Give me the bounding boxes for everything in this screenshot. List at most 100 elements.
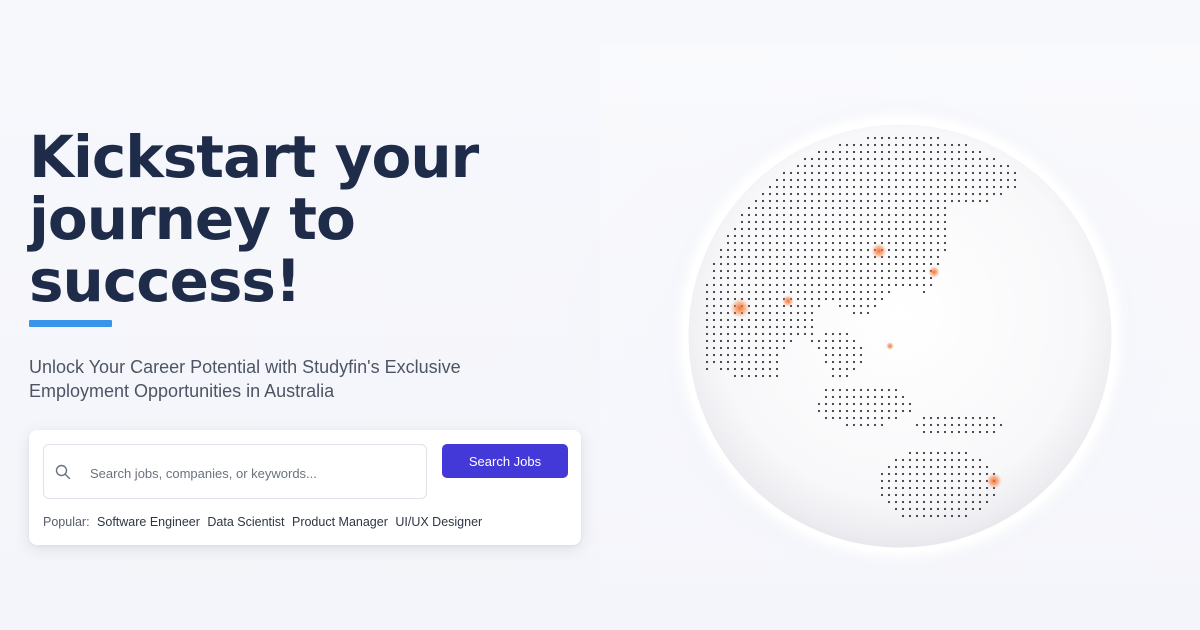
globe-dot <box>866 276 870 280</box>
globe-dot <box>943 248 947 252</box>
globe-dot <box>775 206 779 210</box>
globe-dot <box>866 402 870 406</box>
globe-dot <box>726 248 730 252</box>
globe-dot <box>810 297 814 301</box>
globe-dot <box>929 178 933 182</box>
globe-dot <box>768 192 772 196</box>
search-jobs-button[interactable]: Search Jobs <box>442 444 568 478</box>
globe-dot <box>852 220 856 224</box>
globe-dot <box>887 213 891 217</box>
globe-dot <box>873 220 877 224</box>
globe-dot <box>859 402 863 406</box>
globe-dot <box>901 164 905 168</box>
globe-dot <box>740 353 744 357</box>
globe-dot <box>810 311 814 315</box>
globe-dot <box>733 269 737 273</box>
globe-dot <box>964 199 968 203</box>
globe-dot <box>761 283 765 287</box>
globe-dot <box>852 227 856 231</box>
globe-dot <box>957 465 961 469</box>
globe-dot <box>740 262 744 266</box>
globe-dot <box>796 234 800 238</box>
globe-dot <box>985 486 989 490</box>
popular-tag-software-engineer[interactable]: Software Engineer <box>97 515 200 529</box>
globe-dot <box>796 269 800 273</box>
globe-dot <box>978 423 982 427</box>
globe-dot <box>922 220 926 224</box>
globe-dot <box>880 157 884 161</box>
globe-dot <box>810 276 814 280</box>
popular-tag-uiux-designer[interactable]: UI/UX Designer <box>395 515 482 529</box>
globe-dot <box>887 388 891 392</box>
globe-dot <box>733 248 737 252</box>
globe-dot <box>831 353 835 357</box>
search-box[interactable] <box>43 444 427 499</box>
globe-dot <box>747 234 751 238</box>
globe-dot <box>894 507 898 511</box>
globe-dot <box>894 199 898 203</box>
globe-dot <box>712 283 716 287</box>
globe-dot <box>817 304 821 308</box>
globe-dot <box>880 262 884 266</box>
globe-dot <box>768 269 772 273</box>
globe-dot <box>754 374 758 378</box>
globe-dot <box>845 206 849 210</box>
globe-dot <box>810 213 814 217</box>
globe-dot <box>859 192 863 196</box>
globe-dot <box>901 458 905 462</box>
globe-dot <box>747 220 751 224</box>
popular-tag-product-manager[interactable]: Product Manager <box>292 515 388 529</box>
globe-dot <box>873 171 877 175</box>
globe-dot <box>817 297 821 301</box>
globe-dot <box>803 164 807 168</box>
globe-dot <box>719 276 723 280</box>
search-input[interactable] <box>88 457 412 489</box>
globe-dot <box>796 178 800 182</box>
globe-dot <box>831 150 835 154</box>
globe-dot <box>985 465 989 469</box>
globe-dot <box>789 262 793 266</box>
globe-dot <box>719 290 723 294</box>
globe-dot <box>880 206 884 210</box>
globe-dot <box>971 164 975 168</box>
globe-dot <box>803 220 807 224</box>
globe-dot <box>859 255 863 259</box>
globe-dot <box>796 262 800 266</box>
globe-dot <box>838 290 842 294</box>
globe-dot <box>712 269 716 273</box>
globe-dot <box>719 255 723 259</box>
globe-dot <box>768 213 772 217</box>
globe-dot <box>887 227 891 231</box>
globe-dot <box>831 199 835 203</box>
globe-dot <box>754 360 758 364</box>
globe-dot <box>936 220 940 224</box>
globe-dot <box>873 178 877 182</box>
globe-dot <box>873 388 877 392</box>
globe-dot <box>978 192 982 196</box>
globe-dot <box>719 269 723 273</box>
globe-dot <box>810 332 814 336</box>
globe-dot <box>971 150 975 154</box>
globe-dot <box>859 416 863 420</box>
globe-dot <box>978 178 982 182</box>
globe-dot <box>866 283 870 287</box>
globe-dot <box>789 199 793 203</box>
globe-dot <box>789 269 793 273</box>
globe-dot <box>887 276 891 280</box>
globe-dot <box>824 353 828 357</box>
globe-dot <box>873 227 877 231</box>
globe-dot <box>943 220 947 224</box>
globe-dot <box>880 178 884 182</box>
globe-dot <box>971 178 975 182</box>
globe-dot <box>908 213 912 217</box>
globe-dot <box>852 192 856 196</box>
globe-dot <box>705 283 709 287</box>
globe-dot <box>705 290 709 294</box>
globe-dot <box>719 353 723 357</box>
globe-dot <box>831 360 835 364</box>
globe-dot <box>852 283 856 287</box>
globe-dot <box>887 157 891 161</box>
popular-tag-data-scientist[interactable]: Data Scientist <box>207 515 284 529</box>
globe-dot <box>852 248 856 252</box>
globe-dot <box>726 255 730 259</box>
